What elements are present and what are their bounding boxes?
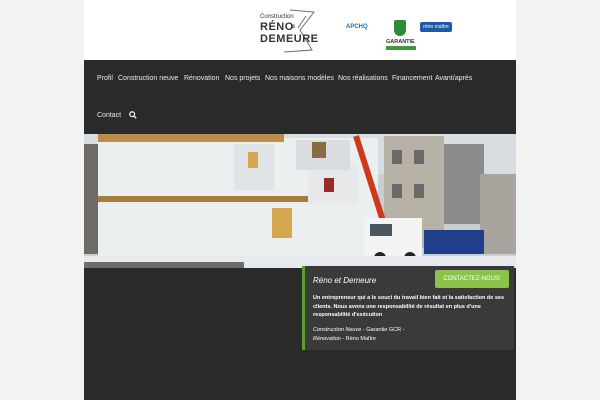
logo-line2: DEMEURE (260, 33, 319, 45)
info-description: Un entrepreneur qui a le souci du travai… (313, 295, 505, 318)
site-logo[interactable]: Construction RÉNO & DEMEURE (254, 6, 324, 56)
search-icon[interactable] (129, 111, 137, 121)
page-wrapper: Construction RÉNO & DEMEURE APCHQ GARANT… (84, 0, 516, 400)
link-construction-neuve[interactable]: Construction Neuve (313, 327, 361, 333)
nav-item-construction-neuve[interactable]: Construction neuve (118, 75, 178, 82)
garantie-bar (386, 46, 416, 50)
nav-item-contact[interactable]: Contact (97, 112, 121, 119)
shield-icon (394, 20, 406, 36)
nav-item-nos-projets[interactable]: Nos projets (225, 75, 260, 82)
nav-item-avant-apres[interactable]: Avant/après (435, 75, 472, 82)
link-garantie-gcr[interactable]: Garantie GCR (366, 327, 401, 333)
apchq-text: APCHQ (346, 24, 368, 30)
hero-image (84, 134, 516, 268)
nav-item-nos-realisations[interactable]: Nos réalisations (338, 75, 388, 82)
apchq-logo[interactable]: APCHQ (346, 24, 380, 34)
link-separator: - (401, 327, 405, 333)
link-reno-maitre[interactable]: Réno Maître (346, 336, 376, 342)
logo-amp: & (292, 24, 296, 30)
info-links: Construction Neuve - Garantie GCR - Réno… (313, 326, 509, 344)
info-panel: Réno et Demeure CONTACTEZ-NOUS! Un entre… (302, 266, 514, 350)
logo-small-text: Construction (260, 14, 294, 20)
nav-item-nos-maisons-modeles[interactable]: Nos maisons modèles (265, 75, 334, 82)
nav-item-renovation[interactable]: Rénovation (184, 75, 219, 82)
main-navigation: Profil Construction neuve Rénovation Nos… (84, 60, 516, 134)
site-header: Construction RÉNO & DEMEURE APCHQ GARANT… (84, 0, 516, 60)
nav-item-profil[interactable]: Profil (97, 75, 113, 82)
contact-us-button[interactable]: CONTACTEZ-NOUS! (435, 270, 509, 288)
renomaitre-text: réno maître (423, 24, 449, 30)
link-renovation[interactable]: Rénovation (313, 336, 341, 342)
garantie-text: GARANTIE (386, 39, 415, 45)
partner-logos: APCHQ GARANTIE réno maître (346, 18, 458, 54)
magnifier-glyph (129, 111, 137, 119)
info-title: Réno et Demeure (313, 276, 377, 285)
logo-line1: RÉNO (260, 21, 294, 33)
garantie-logo[interactable]: GARANTIE (386, 20, 416, 52)
nav-item-financement[interactable]: Financement (392, 75, 432, 82)
renomaitre-logo[interactable]: réno maître (420, 22, 452, 32)
construction-photo (84, 134, 516, 268)
